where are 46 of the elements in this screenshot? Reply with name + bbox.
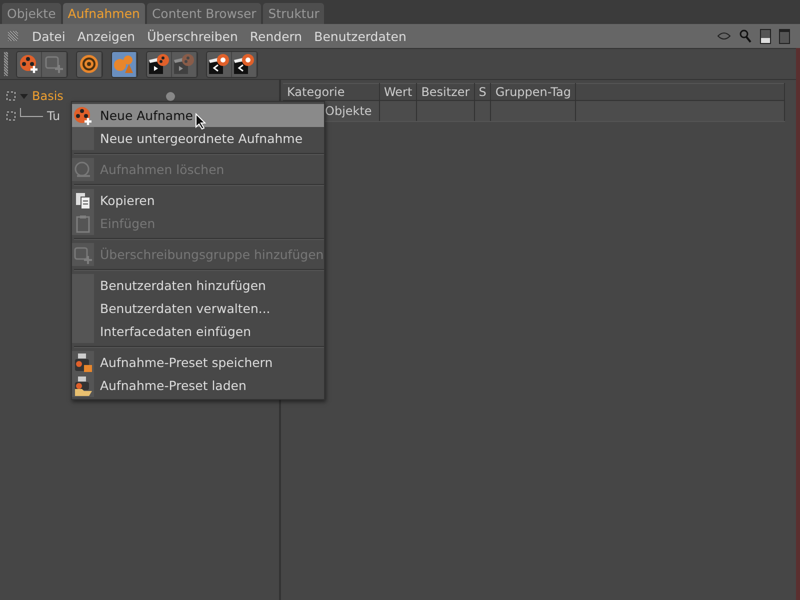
tree-item[interactable]: Basis <box>32 89 64 103</box>
shapes-icon <box>113 54 135 74</box>
toolbar-button[interactable] <box>147 52 172 76</box>
panel-tab[interactable]: Objekte <box>2 3 61 24</box>
copy-icon <box>75 192 91 210</box>
eye-icon[interactable] <box>717 32 731 40</box>
group-plus-icon <box>44 54 64 74</box>
context-menu-item[interactable]: Aufnahme-Preset laden <box>72 374 324 397</box>
group-plus-icon <box>73 244 93 264</box>
toolbar-button[interactable] <box>17 52 42 76</box>
column-header[interactable]: Kategorie <box>283 84 380 100</box>
preset-save-icon <box>73 352 93 372</box>
context-menu-item[interactable]: Neue untergeordnete Aufnahme <box>72 127 324 150</box>
grip-icon <box>4 52 8 76</box>
tree-item[interactable]: Tu <box>47 109 60 123</box>
toolbar-button[interactable] <box>232 52 257 76</box>
context-menu-item[interactable]: Aufnahme-Preset speichern <box>72 351 324 374</box>
search-icon[interactable] <box>739 29 752 43</box>
menu-item[interactable]: Überschreiben <box>141 28 244 44</box>
clapper-reel-icon <box>148 53 170 75</box>
film-reel-plus-icon <box>73 106 93 126</box>
film-reel-plus-icon <box>19 54 39 74</box>
cursor-icon <box>195 113 206 130</box>
menu-item[interactable]: Datei <box>26 28 72 44</box>
context-menu-item[interactable]: Neue Aufname <box>72 104 324 127</box>
menu-item[interactable]: Anzeigen <box>71 28 142 44</box>
paste-icon <box>75 214 91 232</box>
panel-tab[interactable]: Struktur <box>263 3 324 24</box>
panel-tab[interactable]: Aufnahmen <box>62 3 145 24</box>
clapper-reel-icon <box>173 53 195 75</box>
clapper-share-icon <box>233 53 255 75</box>
context-menu-item[interactable]: Interfacedaten einfügen <box>72 320 324 343</box>
column-header[interactable]: Gruppen-Tag <box>490 84 576 100</box>
clapper-share-icon <box>208 53 230 75</box>
context-menu-item[interactable]: Benutzerdaten verwalten... <box>72 297 324 320</box>
context-menu-item[interactable]: Benutzerdaten hinzufügen <box>72 274 324 297</box>
maximize-icon[interactable] <box>779 28 790 44</box>
toolbar-button[interactable] <box>207 52 232 76</box>
grip-icon <box>8 31 18 41</box>
menu-item[interactable]: Rendern <box>244 28 308 44</box>
status-dot <box>166 92 175 100</box>
context-menu-item[interactable]: Kopieren <box>72 189 324 212</box>
layout-icon[interactable] <box>760 28 771 44</box>
panel-tab[interactable]: Content Browser <box>146 3 262 24</box>
ring-icon <box>79 54 99 74</box>
menu-item[interactable]: Benutzerdaten <box>308 28 412 44</box>
